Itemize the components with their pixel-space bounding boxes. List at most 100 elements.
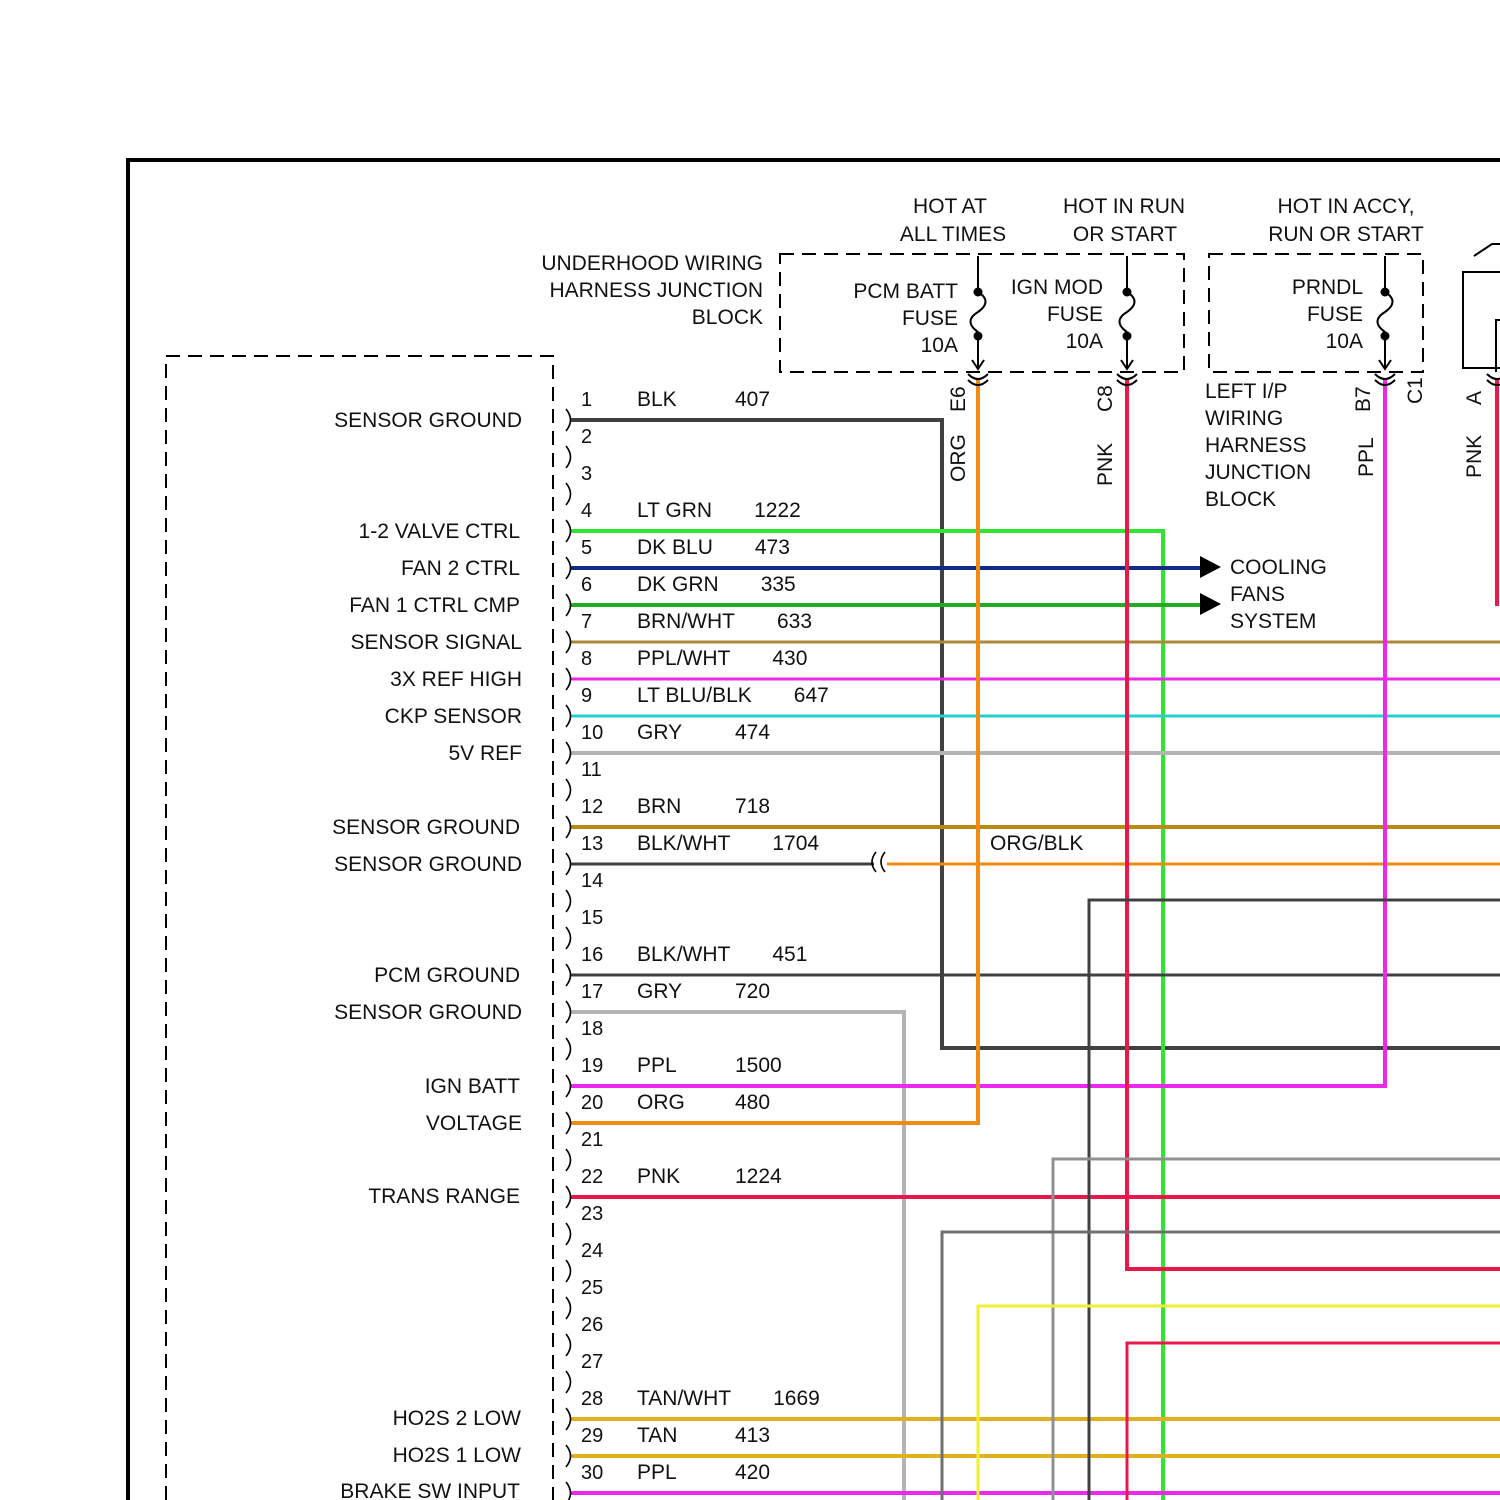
pin-circuit-number: 718 bbox=[735, 795, 770, 818]
pcm-function-label: BRAKE SW INPUT bbox=[340, 1480, 520, 1500]
left-ip-junction-label-line-5: BLOCK bbox=[1205, 488, 1276, 511]
wire-gray-2 bbox=[1051, 1157, 1500, 1500]
pin-connector-bracket bbox=[565, 1222, 572, 1246]
pcm-function-label: 3X REF HIGH bbox=[390, 668, 522, 691]
pin-wire-color: BRN/WHT bbox=[637, 610, 735, 633]
pin-circuit-number: 473 bbox=[755, 536, 790, 559]
pcm-wiring-diagram: HOT AT ALL TIMES HOT IN RUN OR START HOT… bbox=[126, 158, 1500, 1500]
pin-connector-bracket bbox=[565, 1259, 572, 1283]
pcm-function-label: CKP SENSOR bbox=[385, 705, 522, 728]
pin-circuit-number: 1669 bbox=[773, 1387, 820, 1410]
pin-circuit-number: 420 bbox=[735, 1461, 770, 1484]
pcm-function-label: SENSOR GROUND bbox=[334, 409, 522, 432]
pin-wire-color: BRN bbox=[637, 795, 681, 818]
pin-wire-color: PPL/WHT bbox=[637, 647, 731, 670]
pin-number: 8 bbox=[581, 648, 592, 670]
pin-connector-bracket bbox=[565, 1037, 572, 1061]
pcm-function-label: HO2S 2 LOW bbox=[393, 1407, 522, 1430]
pin-wire-color: ORG bbox=[637, 1091, 685, 1114]
wire-c8-pnk bbox=[1125, 380, 1500, 1271]
pcm-function-label: SENSOR GROUND bbox=[334, 1001, 522, 1024]
pin-wire-color: BLK/WHT bbox=[637, 832, 731, 855]
pin-wire-color: GRY bbox=[637, 721, 682, 744]
underhood-junction-label-line-2: HARNESS JUNCTION bbox=[549, 279, 763, 302]
underhood-junction-label-line-3: BLOCK bbox=[692, 306, 763, 329]
pin-circuit-number: 407 bbox=[735, 388, 770, 411]
pin-connector-bracket bbox=[565, 1111, 572, 1135]
pin-number: 18 bbox=[581, 1018, 603, 1040]
pin-connector-bracket bbox=[565, 445, 572, 469]
pin-number: 5 bbox=[581, 537, 592, 559]
pin-circuit-number: 1222 bbox=[754, 499, 801, 522]
pin-connector-bracket bbox=[565, 630, 572, 654]
source-hot-at-all-times-line-2: ALL TIMES bbox=[900, 223, 1006, 246]
pcm-batt-fuse-label-line-3: 10A bbox=[921, 334, 958, 357]
wire-pin-4-lt-grn bbox=[570, 529, 1165, 1500]
pin-number: 6 bbox=[581, 574, 592, 596]
splice-wire-label: ORG/BLK bbox=[990, 832, 1083, 855]
wire-label-org-vertical: ORG bbox=[947, 434, 970, 482]
pin-number: 26 bbox=[581, 1314, 603, 1336]
pin-number: 9 bbox=[581, 685, 592, 707]
pin-number: 12 bbox=[581, 796, 603, 818]
pin-circuit-number: 474 bbox=[735, 721, 770, 744]
prndl-fuse-icon bbox=[1374, 256, 1396, 386]
pin-number: 29 bbox=[581, 1425, 603, 1447]
terminal-a-label: A bbox=[1463, 391, 1486, 405]
pin-connector-bracket bbox=[565, 963, 572, 987]
underhood-junction-label-line-1: UNDERHOOD WIRING bbox=[541, 252, 763, 275]
pin-circuit-number: 647 bbox=[794, 684, 829, 707]
pin-number: 15 bbox=[581, 907, 603, 929]
pcm-batt-fuse-label-line-1: PCM BATT bbox=[853, 280, 958, 303]
left-ip-junction-label-line-4: JUNCTION bbox=[1205, 461, 1311, 484]
wire-yellow bbox=[976, 1304, 1500, 1500]
pin-number: 30 bbox=[581, 1462, 603, 1484]
pin-wire-color: PPL bbox=[637, 1054, 677, 1077]
pcm-batt-fuse-icon bbox=[967, 256, 989, 386]
prndl-fuse-label-line-2: FUSE bbox=[1307, 303, 1363, 326]
pin-circuit-number: 1500 bbox=[735, 1054, 782, 1077]
cooling-fans-arrow-5 bbox=[1200, 556, 1221, 578]
pin-circuit-number: 335 bbox=[761, 573, 796, 596]
pin-connector-bracket bbox=[565, 1148, 572, 1172]
wire-dark-gray-3 bbox=[940, 1230, 1500, 1500]
pin-connector-bracket bbox=[565, 519, 572, 543]
source-hot-in-accy-line-2: RUN OR START bbox=[1268, 223, 1424, 246]
pin-connector-bracket bbox=[565, 889, 572, 913]
pcm-function-label: TRANS RANGE bbox=[368, 1185, 520, 1208]
wire-label-ppl-vertical: PPL bbox=[1355, 437, 1378, 477]
pin-circuit-number: 430 bbox=[772, 647, 807, 670]
pin-connector-bracket bbox=[565, 482, 572, 506]
ign-mod-fuse-label-line-2: FUSE bbox=[1047, 303, 1103, 326]
pin-number: 13 bbox=[581, 833, 603, 855]
pin-connector-bracket bbox=[565, 852, 572, 876]
pin-texts: 1 BLK 407234 LT GRN 12225 DK BLU 4736 DK GRN 335… bbox=[581, 388, 829, 1484]
pin-connector-bracket bbox=[565, 667, 572, 691]
prndl-fuse-label-line-3: 10A bbox=[1326, 330, 1363, 353]
pin-circuit-number: 451 bbox=[772, 943, 807, 966]
pin-connector-bracket bbox=[565, 704, 572, 728]
pin-number: 19 bbox=[581, 1055, 603, 1077]
pin-wire-color: DK BLU bbox=[637, 536, 713, 559]
pin-connector-bracket bbox=[565, 1444, 572, 1468]
pin-number: 7 bbox=[581, 611, 592, 633]
pin-circuit-number: 413 bbox=[735, 1424, 770, 1447]
pin-number: 14 bbox=[581, 870, 603, 892]
pin-connector-bracket bbox=[565, 1000, 572, 1024]
pcm-function-label: IGN BATT bbox=[425, 1075, 520, 1098]
pcm-function-label: SENSOR GROUND bbox=[332, 816, 520, 839]
terminal-c1-label: C1 bbox=[1404, 377, 1427, 404]
pin-wire-color: LT GRN bbox=[637, 499, 712, 522]
pcm-function-label: FAN 1 CTRL CMP bbox=[349, 594, 520, 617]
left-ip-junction-label-line-2: WIRING bbox=[1205, 407, 1283, 430]
pin-wire-color: GRY bbox=[637, 980, 682, 1003]
pin-wire-color: TAN/WHT bbox=[637, 1387, 731, 1410]
wire-dark-gray-1 bbox=[1087, 898, 1500, 1500]
ign-mod-fuse-label-line-3: 10A bbox=[1066, 330, 1103, 353]
left-ip-junction-label-line-3: HARNESS bbox=[1205, 434, 1307, 457]
pin-wire-color: DK GRN bbox=[637, 573, 719, 596]
pin-number: 2 bbox=[581, 426, 592, 448]
underhood-junction-block-box bbox=[779, 253, 1185, 373]
pin-number: 28 bbox=[581, 1388, 603, 1410]
pin-number: 24 bbox=[581, 1240, 603, 1262]
